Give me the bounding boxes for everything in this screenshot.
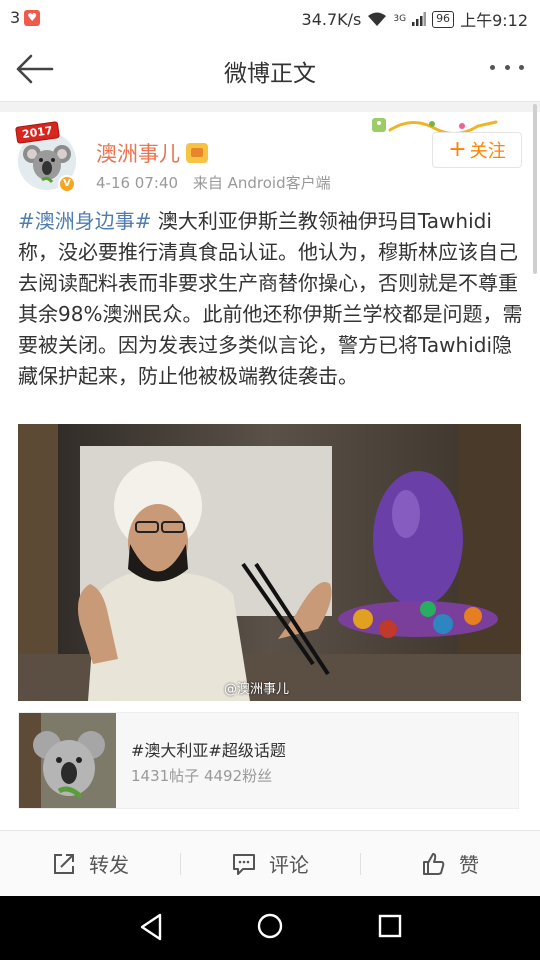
post-source: 来自 Android客户端 (192, 174, 331, 192)
cell-signal-icon (412, 12, 427, 26)
system-back-icon[interactable] (138, 912, 164, 942)
topic-card[interactable]: #澳大利亚#超级话题 1431帖子 4492粉丝 (18, 712, 519, 809)
koala-photo (19, 713, 116, 808)
comment-button[interactable]: 评论 (180, 831, 360, 896)
status-right: 34.7K/s 3G 96 上午9:12 (302, 7, 528, 31)
comment-label: 评论 (269, 853, 309, 877)
comment-icon (233, 853, 255, 875)
like-button[interactable]: 赞 (360, 831, 540, 896)
username[interactable]: 澳洲事儿 (96, 138, 208, 168)
status-bar: 3 ♥ 34.7K/s 3G 96 上午9:12 (0, 0, 540, 36)
notification-count: 3 (10, 8, 21, 27)
status-time: 上午9:12 (460, 11, 528, 30)
notification-app-icon: ♥ (24, 9, 41, 26)
post-meta: 4-16 07:40 来自 Android客户端 (96, 172, 341, 193)
follow-label: 关注 (469, 141, 506, 162)
like-label: 赞 (459, 853, 479, 877)
system-home-icon[interactable] (257, 913, 283, 939)
plus-icon: + (448, 137, 467, 162)
thumbs-up-icon (423, 852, 445, 875)
signal-label: 3G (393, 14, 407, 24)
section-divider (0, 102, 540, 112)
system-recents-icon[interactable] (378, 914, 402, 938)
action-bar: 转发 评论 赞 (0, 830, 540, 896)
post-text: 澳大利亚伊斯兰教领袖伊玛目Tawhidi称，没必要推行清真食品认证。他认为，穆斯… (18, 209, 523, 388)
network-speed: 34.7K/s (301, 9, 362, 29)
imam-speaking-photo (18, 424, 521, 701)
follow-button[interactable]: + 关注 (432, 132, 522, 168)
wifi-icon (368, 12, 387, 26)
repost-button[interactable]: 转发 (0, 831, 180, 896)
post-image[interactable] (18, 424, 521, 701)
image-watermark: @澳洲事儿 (224, 682, 290, 697)
post-date: 4-16 07:40 (96, 174, 179, 192)
nav-bar: 微博正文 (0, 36, 540, 102)
post-hashtag-link[interactable]: #澳洲身边事# (18, 209, 152, 233)
topic-stats: 1431帖子 4492粉丝 (131, 767, 273, 785)
system-nav-bar (0, 896, 540, 960)
username-text[interactable]: 澳洲事儿 (96, 138, 180, 168)
topic-thumbnail (19, 713, 116, 808)
scrollbar[interactable] (533, 104, 537, 274)
verified-badge-icon: V (58, 175, 76, 193)
post-body: #澳洲身边事# 澳大利亚伊斯兰教领袖伊玛目Tawhidi称，没必要推行清真食品认… (18, 206, 526, 392)
page-title: 微博正文 (224, 61, 316, 87)
battery-indicator: 96 (432, 10, 455, 28)
more-options-icon[interactable] (490, 60, 524, 74)
topic-title[interactable]: #澳大利亚#超级话题 (131, 737, 286, 761)
repost-icon (54, 853, 74, 874)
status-left: 3 ♥ (10, 8, 41, 27)
repost-label: 转发 (89, 853, 129, 877)
vip-member-icon (186, 143, 208, 163)
